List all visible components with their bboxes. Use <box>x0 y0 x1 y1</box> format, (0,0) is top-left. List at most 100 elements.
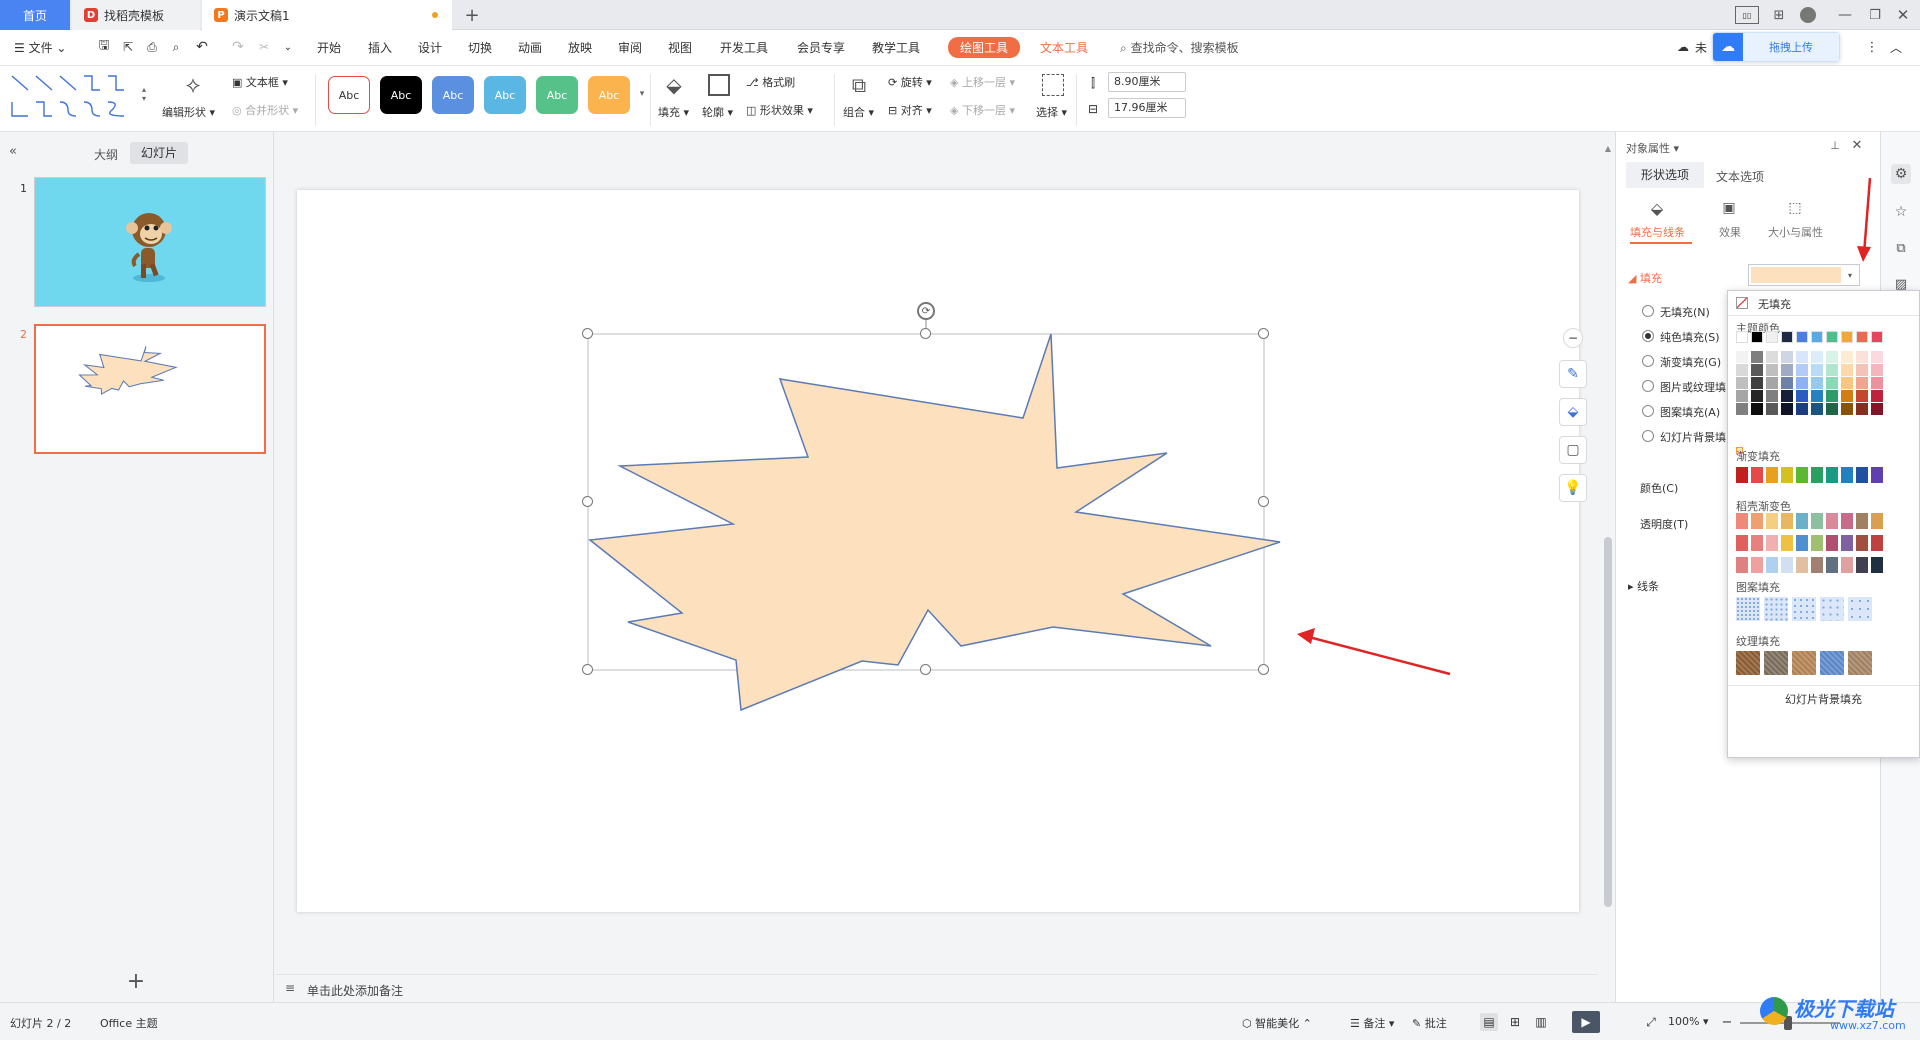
select-button[interactable]: 选择 ▾ <box>1036 104 1067 120</box>
tab-template[interactable]: D 找稻壳模板 <box>72 0 200 30</box>
docer-gradient-swatch[interactable] <box>1781 535 1793 551</box>
theme-swatch[interactable] <box>1736 390 1748 402</box>
export-icon[interactable]: ⇱ <box>120 39 136 55</box>
texture-swatch[interactable] <box>1736 651 1760 675</box>
theme-swatch[interactable] <box>1781 331 1793 343</box>
docer-gradient-swatch[interactable] <box>1781 513 1793 529</box>
theme-swatch[interactable] <box>1841 331 1853 343</box>
theme-swatch[interactable] <box>1841 390 1853 402</box>
docer-gradient-swatch[interactable] <box>1871 535 1883 551</box>
docer-gradient-swatch[interactable] <box>1811 557 1823 573</box>
close-icon[interactable]: ✕ <box>1893 5 1913 25</box>
theme-swatch[interactable] <box>1871 364 1883 376</box>
save-icon[interactable]: 🖫 <box>96 38 112 55</box>
pattern-swatch[interactable] <box>1736 597 1760 621</box>
slide-2-thumbnail[interactable] <box>34 324 266 454</box>
docer-gradient-swatch[interactable] <box>1856 557 1868 573</box>
docer-gradient-swatch[interactable] <box>1856 535 1868 551</box>
docer-gradient-swatch[interactable] <box>1826 513 1838 529</box>
docer-gradient-swatch[interactable] <box>1811 535 1823 551</box>
gradient-swatch-row[interactable] <box>1728 463 1919 485</box>
theme-swatch[interactable] <box>1856 331 1868 343</box>
tab-home[interactable]: 首页 <box>0 0 70 30</box>
menu-transition[interactable]: 切换 <box>468 39 492 56</box>
texture-swatch[interactable] <box>1820 651 1844 675</box>
gradient-swatch[interactable] <box>1826 467 1838 483</box>
theme-swatch[interactable] <box>1811 403 1823 415</box>
theme-swatch[interactable] <box>1796 364 1808 376</box>
bring-forward-button[interactable]: ◈ 上移一层 ▾ <box>950 74 1015 90</box>
theme-swatch[interactable] <box>1766 403 1778 415</box>
theme-swatch[interactable] <box>1796 331 1808 343</box>
menu-member[interactable]: 会员专享 <box>797 39 845 56</box>
menu-home[interactable]: 开始 <box>317 39 341 56</box>
merge-shape-button[interactable]: ◎ 合并形状 ▾ <box>232 102 298 118</box>
theme-swatch[interactable] <box>1826 403 1838 415</box>
more-chevron-icon[interactable]: ⌄ <box>282 39 294 55</box>
menu-text-tools[interactable]: 文本工具 <box>1040 39 1088 56</box>
theme-swatch[interactable] <box>1856 364 1868 376</box>
theme-swatch[interactable] <box>1871 331 1883 343</box>
theme-swatch[interactable] <box>1751 364 1763 376</box>
width-input[interactable]: 17.96厘米 <box>1108 98 1186 118</box>
theme-swatch[interactable] <box>1751 377 1763 389</box>
notes-bar[interactable]: ≡ 单击此处添加备注 <box>275 974 1597 1002</box>
theme-swatch[interactable] <box>1781 351 1793 363</box>
theme-swatch[interactable] <box>1781 390 1793 402</box>
format-painter-button[interactable]: ⎇ 格式刷 <box>746 74 795 90</box>
theme-swatch[interactable] <box>1766 377 1778 389</box>
texture-swatch-row[interactable] <box>1728 651 1919 677</box>
shape-effect-button[interactable]: ◫ 形状效果 ▾ <box>746 102 813 118</box>
menu-insert[interactable]: 插入 <box>368 39 392 56</box>
docer-gradient-swatch[interactable] <box>1811 513 1823 529</box>
theme-swatch[interactable] <box>1766 331 1778 343</box>
gradient-swatch[interactable] <box>1736 467 1748 483</box>
restore-icon[interactable]: ❐ <box>1865 5 1885 25</box>
theme-swatch[interactable] <box>1796 403 1808 415</box>
theme-swatch[interactable] <box>1751 390 1763 402</box>
layout-icon[interactable]: ▯▯ <box>1735 6 1759 24</box>
styles-more-icon[interactable]: ▾ <box>638 86 646 102</box>
theme-swatch[interactable] <box>1781 377 1793 389</box>
docer-gradient-swatch[interactable] <box>1751 535 1763 551</box>
theme-swatch[interactable] <box>1781 364 1793 376</box>
gradient-swatch[interactable] <box>1781 467 1793 483</box>
docer-gradient-swatch[interactable] <box>1766 557 1778 573</box>
gradient-swatch[interactable] <box>1871 467 1883 483</box>
theme-swatch[interactable] <box>1856 390 1868 402</box>
avatar[interactable] <box>1800 7 1816 23</box>
menu-review[interactable]: 审阅 <box>618 39 642 56</box>
theme-swatch[interactable] <box>1811 351 1823 363</box>
theme-swatch[interactable] <box>1811 377 1823 389</box>
line-shapes-gallery[interactable] <box>8 72 148 124</box>
theme-swatch[interactable] <box>1841 351 1853 363</box>
textbox-button[interactable]: ▣ 文本框 ▾ <box>232 74 288 90</box>
copy-icon[interactable]: ⧉ <box>1891 238 1911 258</box>
theme-swatch[interactable] <box>1736 364 1748 376</box>
theme-swatch[interactable] <box>1796 351 1808 363</box>
menu-teaching[interactable]: 教学工具 <box>872 39 920 56</box>
docer-gradient-swatch[interactable] <box>1781 557 1793 573</box>
texture-swatch[interactable] <box>1764 651 1788 675</box>
theme-swatch[interactable] <box>1811 364 1823 376</box>
docer-gradient-swatch[interactable] <box>1856 513 1868 529</box>
theme-swatch[interactable] <box>1841 403 1853 415</box>
docer-gradient-swatch[interactable] <box>1841 513 1853 529</box>
docer-gradient-swatch[interactable] <box>1736 557 1748 573</box>
slide-1-thumbnail[interactable] <box>34 177 266 307</box>
menu-design[interactable]: 设计 <box>418 39 442 56</box>
more-vertical-icon[interactable]: ⋮ <box>1866 39 1879 55</box>
theme-swatch[interactable] <box>1796 390 1808 402</box>
docer-gradient-swatch[interactable] <box>1826 557 1838 573</box>
theme-swatch[interactable] <box>1826 351 1838 363</box>
gallery-scroll-icon[interactable]: ▴ ▾ <box>140 72 148 116</box>
texture-swatch[interactable] <box>1848 651 1872 675</box>
docer-gradient-swatch[interactable] <box>1766 513 1778 529</box>
theme-swatch[interactable] <box>1871 403 1883 415</box>
theme-swatch[interactable] <box>1736 351 1748 363</box>
gradient-swatch[interactable] <box>1751 467 1763 483</box>
pattern-swatch[interactable] <box>1848 597 1872 621</box>
height-input[interactable]: 8.90厘米 <box>1108 72 1186 92</box>
fit-window-icon[interactable]: ⤢ <box>1642 1013 1660 1031</box>
docer-gradient-swatch[interactable] <box>1736 513 1748 529</box>
